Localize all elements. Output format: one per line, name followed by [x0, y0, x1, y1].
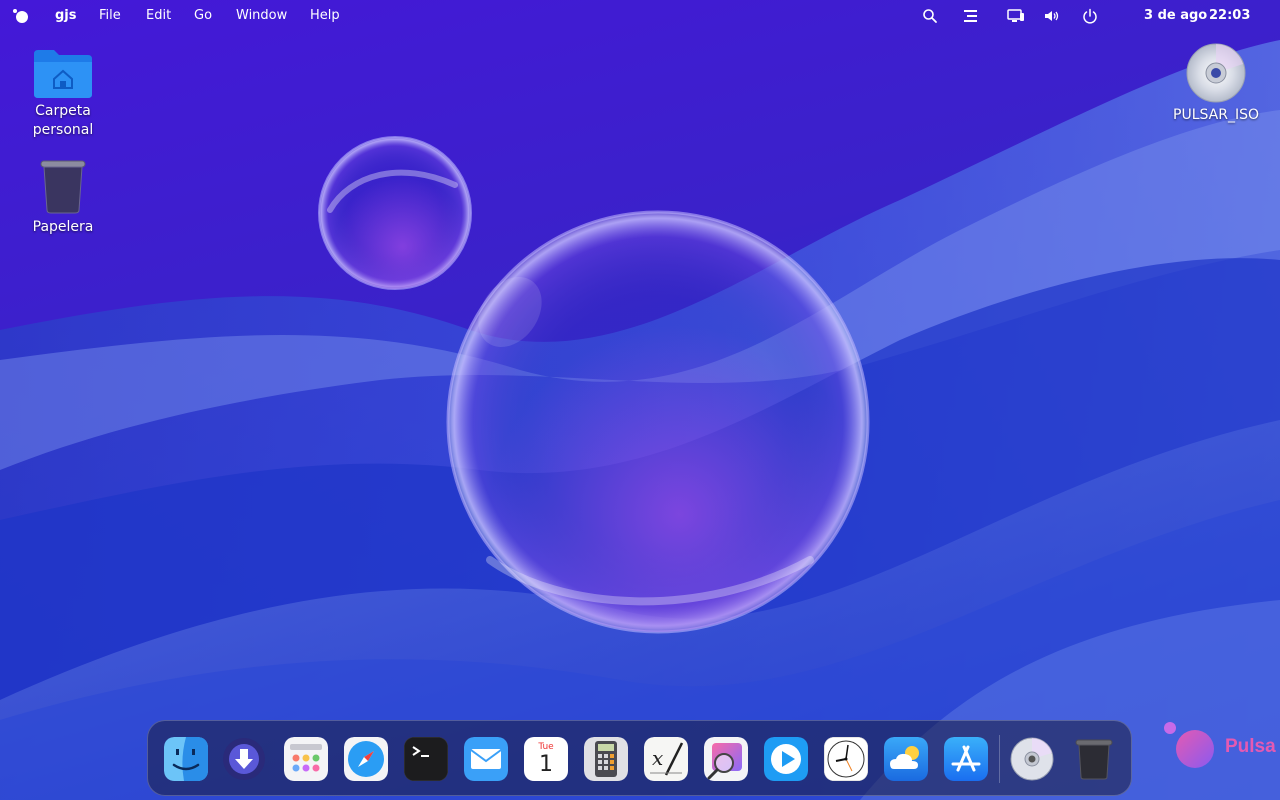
- image-viewer-icon[interactable]: [704, 737, 748, 781]
- calendar-day: 1: [539, 752, 553, 777]
- app-grid-icon[interactable]: [284, 737, 328, 781]
- menu-edit[interactable]: Edit: [146, 0, 171, 32]
- date-label[interactable]: 3 de ago: [1144, 0, 1207, 32]
- power-icon[interactable]: [1082, 8, 1098, 24]
- app-menu[interactable]: gjs: [55, 0, 77, 32]
- play-icon[interactable]: [764, 737, 808, 781]
- search-icon[interactable]: [922, 8, 938, 24]
- clock-label[interactable]: 22:03: [1209, 0, 1250, 32]
- text-editor-icon[interactable]: x: [644, 737, 688, 781]
- optical-disc-icon: [1186, 43, 1246, 103]
- svg-text:x: x: [652, 746, 663, 770]
- calendar-icon[interactable]: Tue 1: [524, 737, 568, 781]
- desktop-home-folder-label-line2: personal: [32, 122, 94, 138]
- desktop-home-folder[interactable]: Carpeta personal: [13, 48, 113, 140]
- display-icon[interactable]: [1007, 8, 1025, 24]
- weather-icon[interactable]: [884, 737, 928, 781]
- desktop-disc-label: PULSAR_ISO: [1173, 107, 1259, 123]
- activities-icon[interactable]: [12, 8, 30, 24]
- menu-help[interactable]: Help: [310, 0, 340, 32]
- calculator-icon[interactable]: [584, 737, 628, 781]
- pulsar-brand-text: Pulsa: [1225, 736, 1276, 757]
- app-store-icon[interactable]: [944, 737, 988, 781]
- desktop-wallpaper: [0, 0, 1280, 800]
- desktop-home-folder-label-line1: Carpeta: [35, 103, 91, 119]
- dock-trash-icon[interactable]: [1072, 737, 1116, 781]
- clock-icon[interactable]: [824, 737, 868, 781]
- volume-icon[interactable]: [1044, 8, 1060, 24]
- home-folder-icon: [34, 50, 92, 98]
- terminal-icon[interactable]: [404, 737, 448, 781]
- desktop-trash-label: Papelera: [32, 219, 94, 235]
- compass-icon[interactable]: [344, 737, 388, 781]
- top-bar: gjs File Edit Go Window Help 3 de ago 22…: [0, 0, 1280, 32]
- desktop-disc[interactable]: PULSAR_ISO: [1166, 42, 1266, 125]
- download-icon[interactable]: [222, 737, 266, 781]
- menu-go[interactable]: Go: [194, 0, 212, 32]
- mail-icon[interactable]: [464, 737, 508, 781]
- menu-file[interactable]: File: [99, 0, 121, 32]
- dock-separator: [999, 735, 1000, 783]
- menu-window[interactable]: Window: [236, 0, 287, 32]
- notifications-icon[interactable]: [963, 8, 979, 24]
- dock: Tue 1 x: [147, 720, 1132, 796]
- dock-disc-icon[interactable]: [1010, 737, 1054, 781]
- finder-icon[interactable]: [164, 737, 208, 781]
- trash-icon: [40, 160, 86, 214]
- desktop-trash[interactable]: Papelera: [13, 158, 113, 237]
